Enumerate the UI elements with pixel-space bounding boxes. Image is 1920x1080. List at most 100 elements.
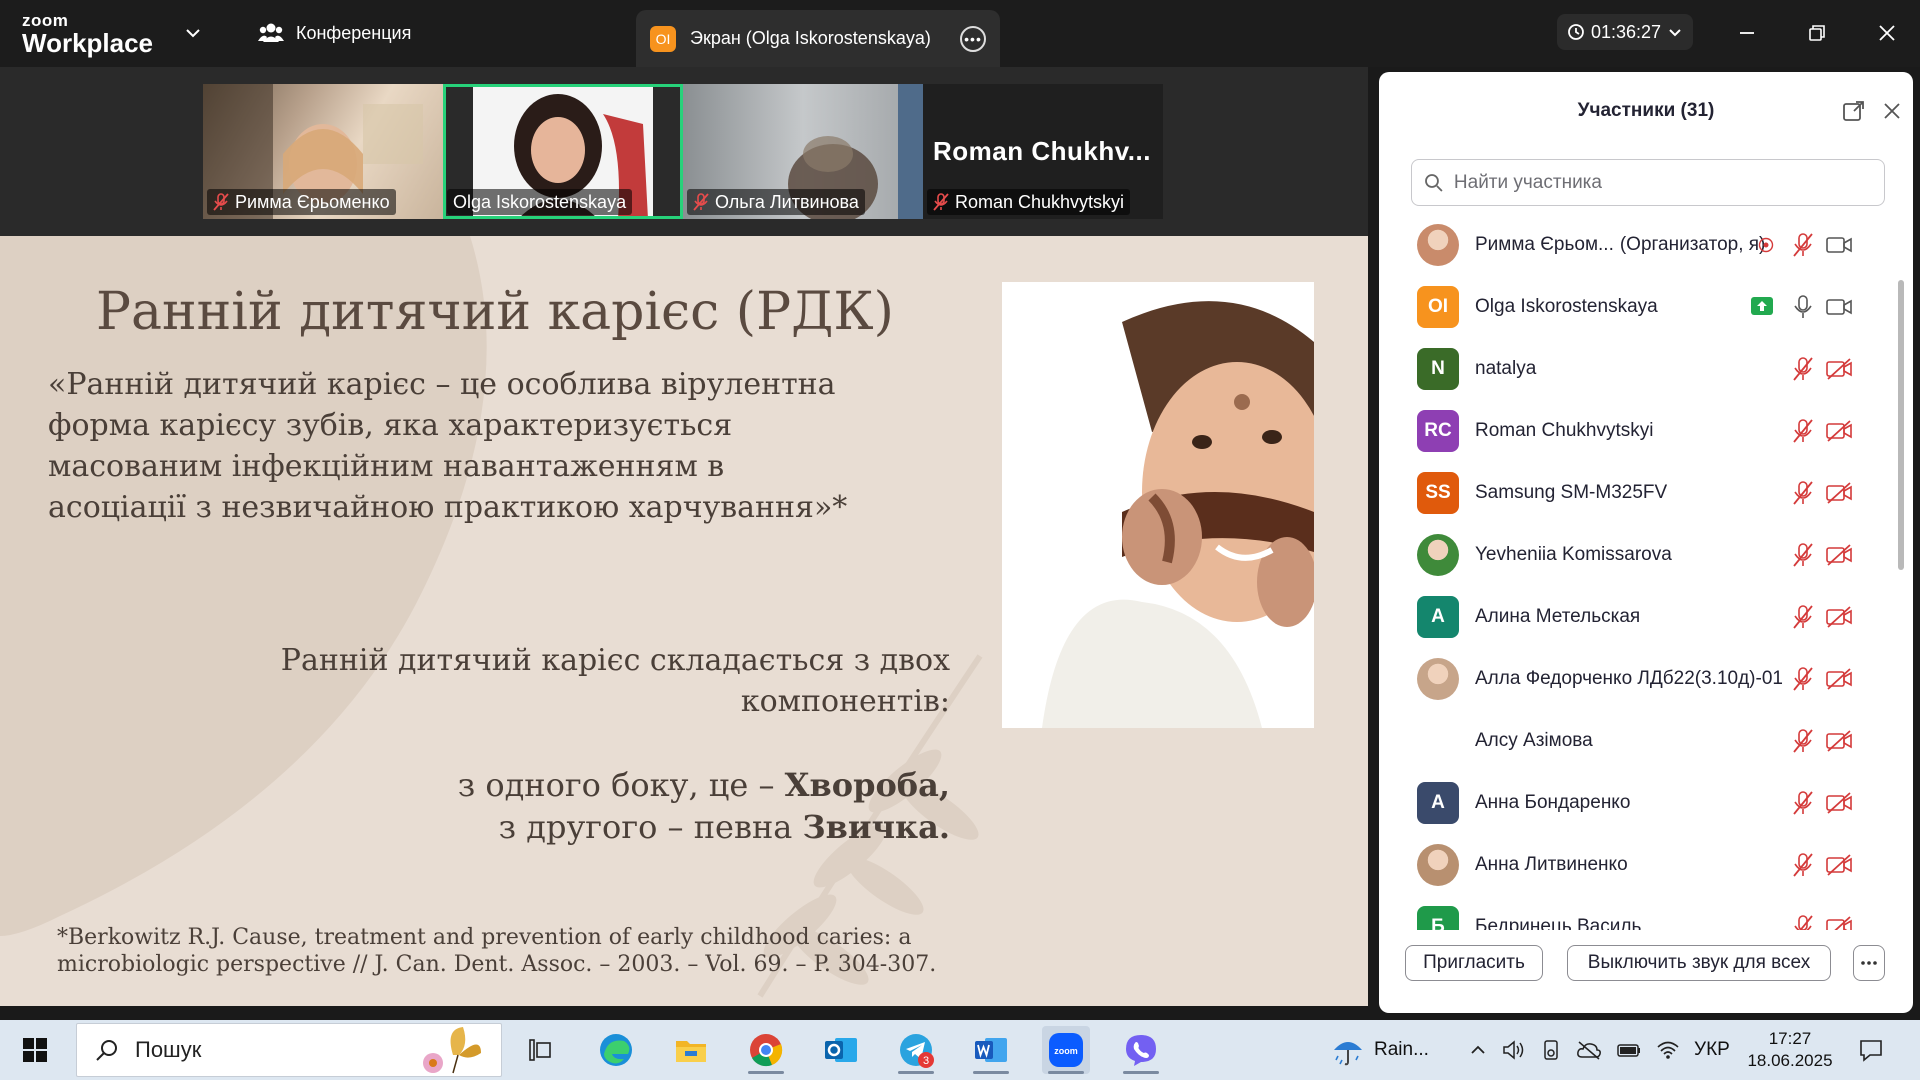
video-off-icon[interactable] (1825, 604, 1853, 630)
participant-name: Roman Chukhvytskyi (955, 191, 1125, 212)
invite-button[interactable]: Пригласить (1405, 945, 1543, 981)
video-tile[interactable]: Roman Chukhv... Roman Chukhvytskyi (923, 84, 1163, 219)
video-off-icon[interactable] (1825, 542, 1853, 568)
clock-time: 17:27 (1768, 1029, 1812, 1048)
minimize-button[interactable] (1732, 18, 1762, 48)
notifications-button[interactable] (1847, 1026, 1895, 1074)
participant-row[interactable]: А Алина Метельская (1379, 586, 1891, 648)
weather-text: Rain... (1374, 1039, 1429, 1060)
video-tile[interactable]: Ольга Литвинова (683, 84, 923, 219)
pop-out-icon[interactable] (1841, 98, 1867, 124)
chrome-taskbar-button[interactable] (742, 1026, 790, 1074)
search-icon (1425, 173, 1443, 192)
participant-name-tag: Ольга Литвинова (687, 189, 865, 215)
mic-muted-icon[interactable] (1789, 790, 1817, 816)
start-button[interactable] (11, 1026, 59, 1074)
participant-status-icons (1759, 788, 1879, 818)
clock-date: 18.06.2025 (1747, 1051, 1833, 1070)
word-taskbar-button[interactable] (967, 1026, 1015, 1074)
video-off-icon[interactable] (1825, 914, 1853, 930)
scrollbar-thumb[interactable] (1898, 280, 1904, 570)
close-window-button[interactable] (1872, 18, 1902, 48)
weather-widget[interactable]: Rain... (1330, 1020, 1429, 1080)
volume-icon[interactable] (1502, 1039, 1526, 1061)
mic-muted-icon[interactable] (1789, 232, 1817, 258)
participant-row[interactable]: Алсу Азімова (1379, 710, 1891, 772)
participant-status-icons (1759, 602, 1879, 632)
mic-icon[interactable] (1789, 294, 1817, 320)
participant-name: natalya (1475, 358, 1537, 379)
more-options-button[interactable] (1853, 945, 1885, 981)
close-icon[interactable] (1879, 98, 1905, 124)
video-off-icon[interactable] (1825, 480, 1853, 506)
participant-row[interactable]: Nnatalya (1379, 338, 1891, 400)
search-input[interactable] (1453, 171, 1872, 194)
participant-row[interactable]: RC Roman Chukhvytskyi (1379, 400, 1891, 462)
video-icon[interactable] (1825, 294, 1853, 320)
more-options-icon[interactable]: ••• (960, 25, 986, 52)
video-tile[interactable]: Римма Єрьоменко (203, 84, 443, 219)
telegram-taskbar-button[interactable]: 3 (892, 1026, 940, 1074)
participant-name: Анна Бондаренко (1475, 792, 1631, 813)
taskbar-search-label: Пошук (135, 1037, 202, 1062)
cloud-sync-icon[interactable] (1576, 1039, 1602, 1061)
chevron-up-icon[interactable] (1468, 1040, 1488, 1060)
screen-tab-label: Экран (Olga Iskorostenskaya) (690, 28, 931, 48)
mic-muted-icon[interactable] (1789, 666, 1817, 692)
mute-all-button[interactable]: Выключить звук для всех (1567, 945, 1831, 981)
wifi-icon[interactable] (1656, 1039, 1680, 1061)
participant-row[interactable]: Римма Єрьом... (Организатор, я) (1379, 214, 1891, 276)
mic-muted-icon[interactable] (1789, 852, 1817, 878)
conference-label: Конференция (296, 22, 412, 43)
chevron-down-icon[interactable] (184, 24, 202, 42)
participant-row[interactable]: Б Бедринець Василь (1379, 896, 1891, 930)
participant-status-icons (1759, 416, 1879, 446)
mic-muted-icon[interactable] (1789, 914, 1817, 930)
video-off-icon[interactable] (1825, 728, 1853, 754)
participant-row[interactable]: SS Samsung SM-M325FV (1379, 462, 1891, 524)
outlook-taskbar-button[interactable] (817, 1026, 865, 1074)
video-icon[interactable] (1825, 232, 1853, 258)
mic-muted-icon (693, 193, 709, 211)
mic-muted-icon[interactable] (1789, 604, 1817, 630)
restore-button[interactable] (1802, 18, 1832, 48)
video-off-icon[interactable] (1825, 356, 1853, 382)
mic-muted-icon[interactable] (1789, 728, 1817, 754)
participant-row[interactable]: Yevheniia Komissarova (1379, 524, 1891, 586)
mic-muted-icon[interactable] (1789, 418, 1817, 444)
file-explorer-taskbar-button[interactable] (667, 1026, 715, 1074)
device-icon[interactable] (1540, 1039, 1562, 1061)
participant-name: Ольга Литвинова (715, 191, 859, 212)
screen-tab-avatar: OI (650, 25, 676, 52)
battery-icon[interactable] (1616, 1039, 1642, 1061)
participant-row[interactable]: Алла Федорченко ЛДб22(3.10д)-01 (1379, 648, 1891, 710)
video-off-icon[interactable] (1825, 852, 1853, 878)
video-off-icon[interactable] (1825, 666, 1853, 692)
video-off-icon[interactable] (1825, 418, 1853, 444)
mic-muted-icon[interactable] (1789, 542, 1817, 568)
conference-tab[interactable]: Конференция (258, 22, 411, 44)
video-off-icon[interactable] (1825, 790, 1853, 816)
viber-taskbar-button[interactable] (1117, 1026, 1165, 1074)
mic-muted-icon[interactable] (1789, 356, 1817, 382)
scrollbar[interactable] (1896, 210, 1906, 932)
video-tile-active-speaker[interactable]: Olga Iskorostenskaya (443, 84, 683, 219)
zoom-taskbar-button[interactable]: zoom (1042, 1026, 1090, 1074)
notification-icon (1860, 1040, 1882, 1062)
participant-row[interactable]: Анна Литвиненко (1379, 834, 1891, 896)
zoom-logo-small: zoom (22, 11, 69, 30)
child-eating-photo (1002, 282, 1314, 728)
meeting-timer[interactable]: 01:36:27 (1557, 14, 1693, 50)
taskbar-search[interactable]: Пошук (76, 1023, 502, 1077)
clock-icon (1568, 24, 1584, 40)
edge-taskbar-button[interactable] (592, 1026, 640, 1074)
task-view-button[interactable] (516, 1026, 564, 1074)
participant-row[interactable]: OI Olga Iskorostenskaya (1379, 276, 1891, 338)
mic-muted-icon[interactable] (1789, 480, 1817, 506)
participant-row[interactable]: А Анна Бондаренко (1379, 772, 1891, 834)
participant-search[interactable] (1411, 159, 1885, 206)
taskbar-clock[interactable]: 17:27 18.06.2025 (1740, 1028, 1840, 1072)
language-indicator[interactable]: УКР (1694, 1039, 1730, 1061)
avatar: А (1417, 596, 1459, 638)
screen-share-tab[interactable]: OI Экран (Olga Iskorostenskaya) ••• (636, 10, 1000, 67)
